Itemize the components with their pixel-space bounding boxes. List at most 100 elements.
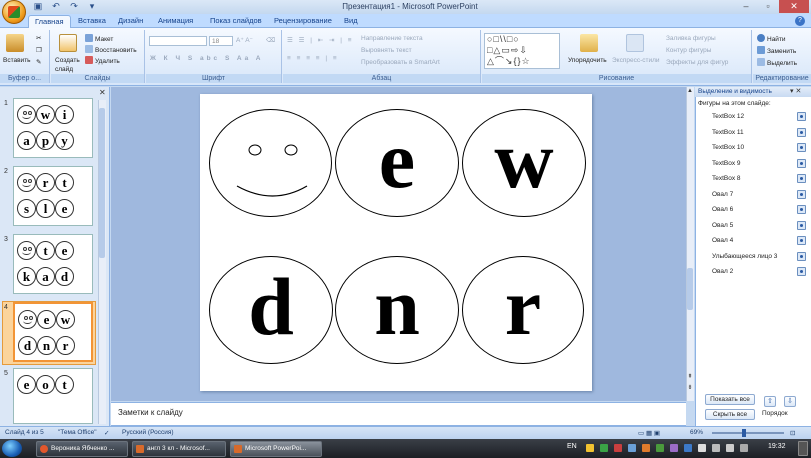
selection-pane-item[interactable]: TextBox 9 — [700, 158, 808, 170]
letter-circle-2[interactable]: w — [462, 109, 586, 217]
visibility-eye-icon[interactable] — [797, 205, 806, 214]
visibility-eye-icon[interactable] — [797, 189, 806, 199]
selection-pane-item[interactable]: Овал 2 — [700, 266, 808, 278]
close-button[interactable]: ✕ — [779, 0, 809, 13]
slides-pane-scroll-thumb[interactable] — [99, 108, 105, 258]
slide-thumbnail-2[interactable]: rtsle — [13, 166, 93, 226]
selection-pane-item[interactable]: Овал 5 — [700, 220, 808, 232]
shape-outline-button[interactable]: Контур фигуры — [666, 46, 711, 55]
zoom-slider[interactable] — [712, 432, 784, 434]
taskbar-item-ppt-doc[interactable]: англ 3 кл - Microsof... — [132, 441, 226, 457]
notes-pane[interactable] — [111, 402, 686, 426]
slide-thumbnail-1[interactable]: wiapy — [13, 98, 93, 158]
find-button[interactable]: Найти — [757, 34, 786, 44]
format-painter-icon[interactable]: ✎ — [36, 58, 41, 67]
font-size-combo[interactable]: 18 — [209, 36, 233, 46]
visibility-eye-icon[interactable] — [797, 251, 806, 261]
slide-thumbnail-4[interactable]: ewdnr — [13, 302, 93, 362]
start-button[interactable] — [2, 440, 22, 457]
bring-forward-icon[interactable]: ⇧ — [764, 396, 776, 407]
tray-display-icon[interactable] — [726, 444, 734, 452]
arrange-button[interactable]: Упорядочить — [568, 56, 607, 65]
scroll-up-icon[interactable]: ▲ — [686, 88, 694, 94]
selection-pane-item[interactable]: Улыбающееся лицо 3 — [700, 251, 808, 263]
visibility-eye-icon[interactable] — [797, 127, 806, 137]
tab-review[interactable]: Рецензирование — [268, 15, 338, 28]
visibility-eye-icon[interactable] — [797, 267, 806, 276]
zoom-level[interactable]: 69% — [690, 429, 703, 436]
tray-update-icon[interactable] — [642, 444, 650, 452]
visibility-eye-icon[interactable] — [797, 174, 806, 183]
language[interactable]: Русский (Россия) — [122, 429, 174, 436]
selection-pane-item[interactable]: Овал 4 — [700, 235, 808, 247]
font-name-combo[interactable] — [149, 36, 207, 46]
list-buttons[interactable]: ☰ ☰ | ⇤ ⇥ | ≡ — [287, 36, 354, 45]
customize-qat-icon[interactable]: ▾ — [86, 1, 98, 12]
help-icon[interactable]: ? — [795, 16, 805, 26]
selection-pane-item[interactable]: TextBox 12 — [700, 111, 808, 123]
shape-fill-button[interactable]: Заливка фигуры — [666, 34, 716, 43]
slides-pane-close-icon[interactable]: ✕ — [99, 88, 106, 97]
save-icon[interactable]: ▣ — [32, 1, 44, 12]
letter-circle-3[interactable]: d — [209, 256, 333, 364]
tab-view[interactable]: Вид — [338, 15, 364, 28]
show-desktop-button[interactable] — [798, 441, 808, 456]
tab-insert[interactable]: Вставка — [72, 15, 112, 28]
tray-battery-icon[interactable] — [656, 444, 664, 452]
taskbar-item-ppt-active[interactable]: Microsoft PowerPoi... — [230, 441, 322, 457]
visibility-eye-icon[interactable] — [797, 143, 806, 152]
align-buttons[interactable]: ≡ ≡ ≡ ≡ | ≡ — [287, 54, 339, 63]
next-slide-icon[interactable]: ⇟ — [686, 384, 694, 391]
letter-circle-4[interactable]: n — [335, 256, 459, 364]
tray-flag-icon[interactable] — [698, 444, 706, 452]
shapes-gallery[interactable]: ○□\\□○ □△▭⇨⇩ △⌒↘{}☆ — [484, 33, 560, 69]
quick-styles-button[interactable]: Экспресс-стили — [612, 56, 660, 65]
new-slide-button[interactable]: Создать слайд — [55, 56, 85, 74]
align-text-button[interactable]: Выровнять текст — [361, 46, 412, 55]
maximize-button[interactable]: ▫ — [757, 0, 779, 13]
replace-button[interactable]: Заменить — [757, 46, 796, 56]
tab-design[interactable]: Дизайн — [112, 15, 149, 28]
redo-icon[interactable]: ↷ — [68, 1, 80, 12]
tray-sound-icon[interactable] — [628, 444, 636, 452]
slide-thumbnail-5[interactable]: eot — [13, 368, 93, 424]
taskbar-item-browser[interactable]: Вероника Ябченко ... — [36, 441, 128, 457]
letter-circle-5[interactable]: r — [462, 256, 584, 364]
tab-animation[interactable]: Анимация — [152, 15, 199, 28]
select-button[interactable]: Выделить — [757, 58, 797, 68]
tray-app-icon[interactable] — [586, 444, 594, 452]
reset-button[interactable]: Восстановить — [85, 45, 137, 55]
visibility-eye-icon[interactable] — [797, 236, 806, 245]
selection-pane-item[interactable]: Овал 7 — [700, 189, 808, 201]
slide-vertical-scrollbar[interactable] — [686, 87, 694, 401]
send-backward-icon[interactable]: ⇩ — [784, 396, 796, 407]
minimize-button[interactable]: – — [735, 0, 757, 13]
clock[interactable]: 19:32 — [768, 443, 786, 450]
copy-icon[interactable]: ❐ — [36, 46, 42, 55]
slide-scroll-thumb[interactable] — [687, 268, 693, 310]
zoom-slider-knob[interactable] — [742, 429, 746, 437]
undo-icon[interactable]: ↶ — [50, 1, 62, 12]
cut-icon[interactable]: ✂ — [36, 34, 41, 43]
notes-placeholder[interactable]: Заметки к слайду — [118, 408, 183, 417]
current-slide[interactable]: e w d n r — [200, 94, 592, 391]
paste-button[interactable]: Вставить — [3, 56, 31, 65]
smartart-button[interactable]: Преобразовать в SmartArt — [361, 58, 440, 67]
selection-pane-item[interactable]: TextBox 11 — [700, 127, 808, 139]
visibility-eye-icon[interactable] — [797, 158, 806, 168]
hide-all-button[interactable]: Скрыть все — [705, 409, 755, 420]
layout-button[interactable]: Макет — [85, 34, 113, 44]
shape-effects-button[interactable]: Эффекты для фигур — [666, 58, 728, 67]
tray-messenger-icon[interactable] — [670, 444, 678, 452]
visibility-eye-icon[interactable] — [797, 220, 806, 230]
tab-home[interactable]: Главная — [28, 15, 71, 28]
fit-window-icon[interactable]: ⊡ — [790, 429, 795, 437]
prev-slide-icon[interactable]: ⇞ — [686, 373, 694, 380]
tray-antivirus-icon[interactable] — [614, 444, 622, 452]
spellcheck-icon[interactable]: ✓ — [104, 429, 109, 437]
show-all-button[interactable]: Показать все — [705, 394, 755, 405]
tray-network-icon[interactable] — [600, 444, 608, 452]
text-direction-button[interactable]: Направление текста — [361, 34, 423, 43]
delete-slide-button[interactable]: Удалить — [85, 56, 120, 66]
normal-view-icon[interactable]: ▭ ▦ ▣ — [638, 429, 660, 437]
